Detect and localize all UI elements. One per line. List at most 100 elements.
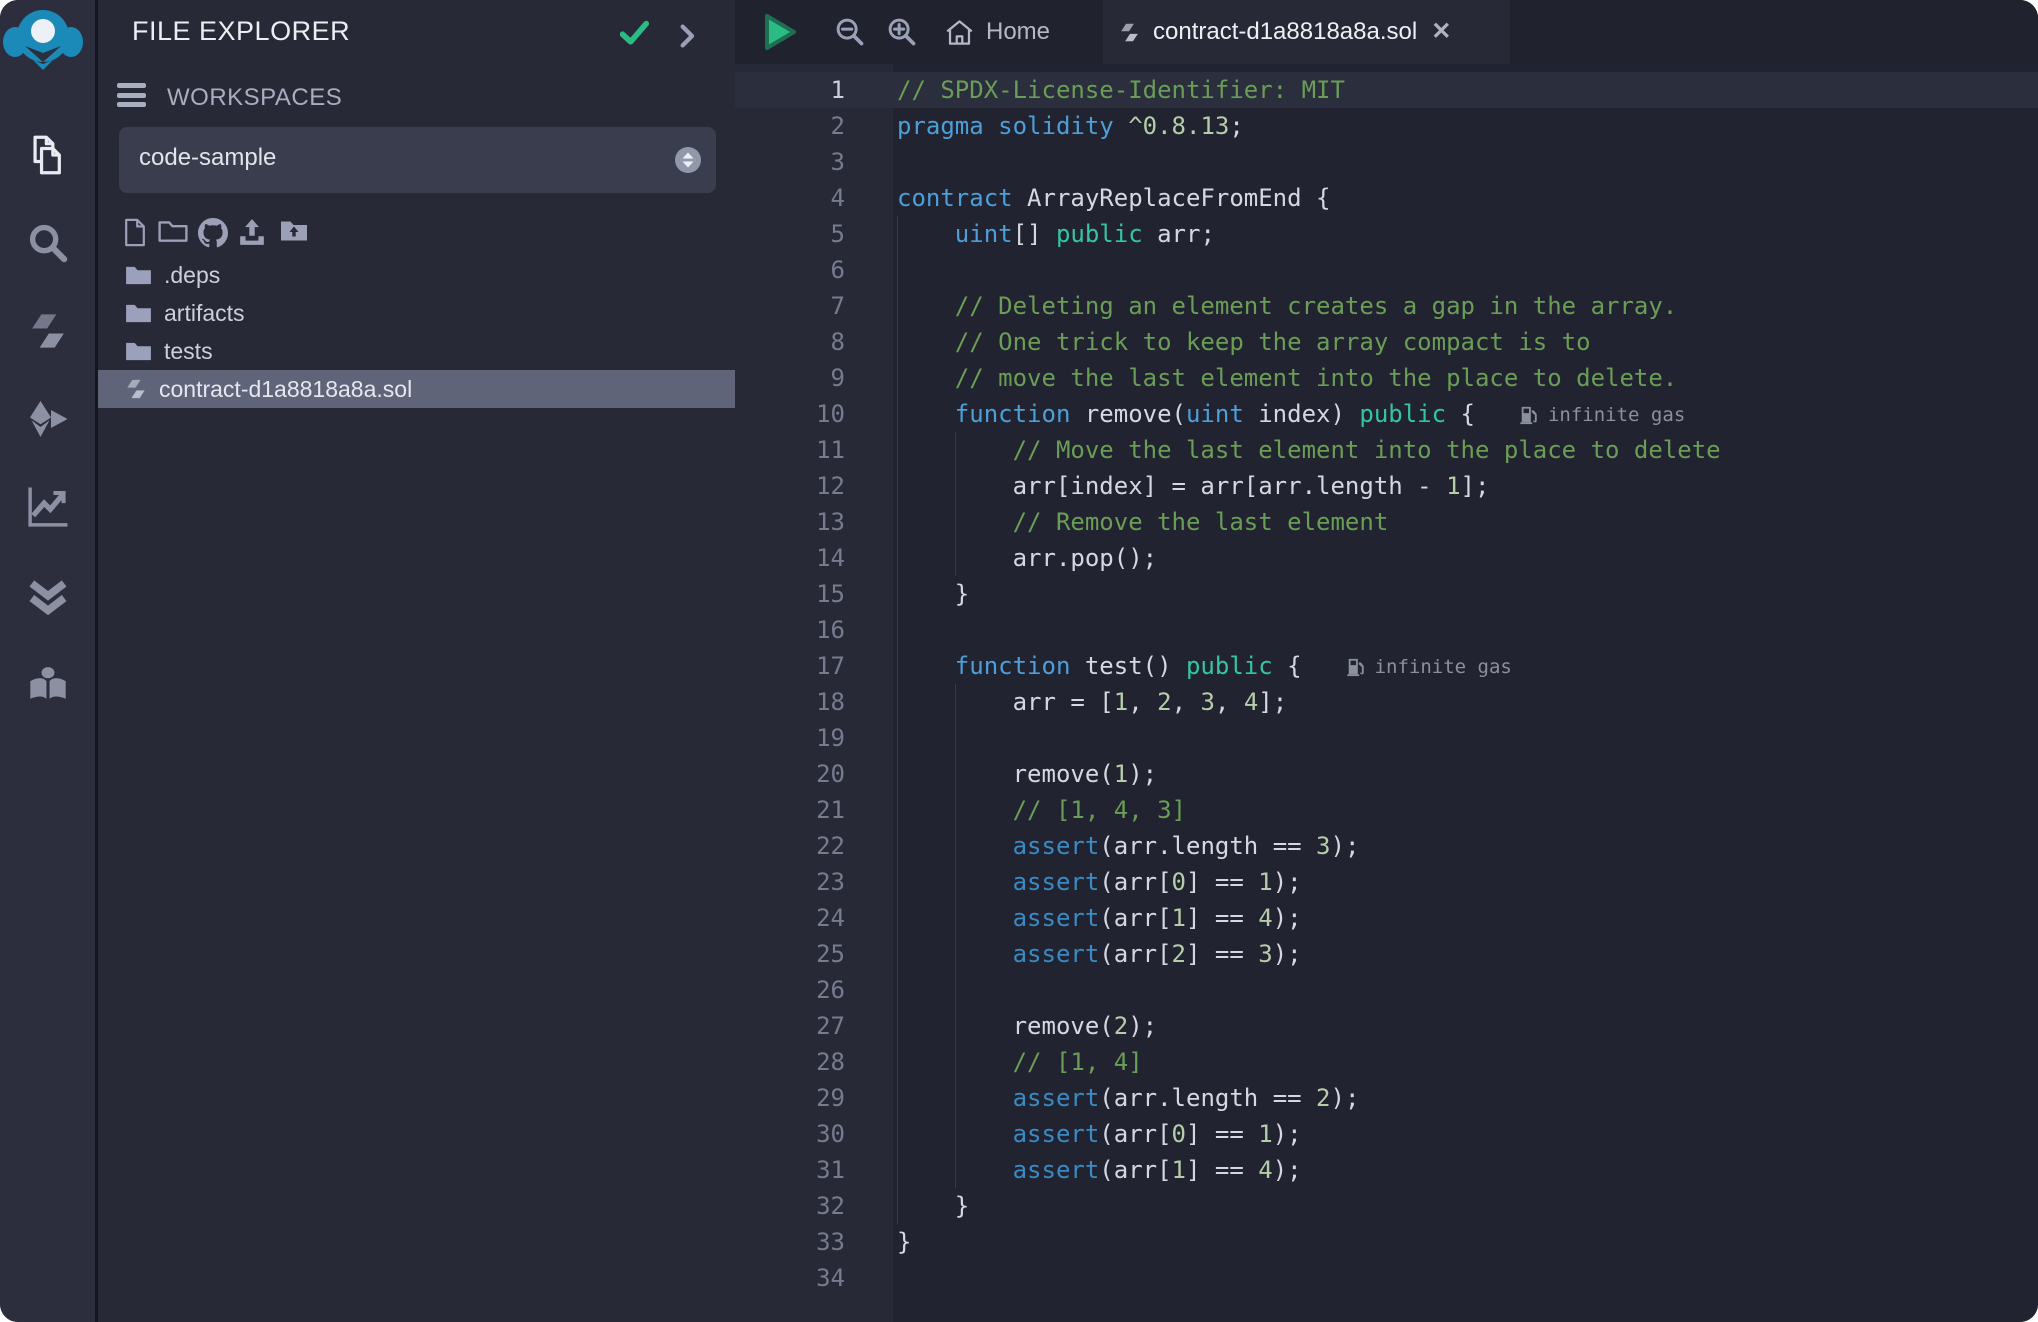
accept-check-icon[interactable] bbox=[620, 20, 650, 51]
static-analysis-icon[interactable] bbox=[0, 481, 95, 533]
solidity-file-icon bbox=[1119, 22, 1140, 43]
line-number: 14 bbox=[735, 544, 845, 572]
workspaces-label: WORKSPACES bbox=[167, 84, 342, 112]
upload-folder-icon[interactable] bbox=[280, 218, 308, 247]
code-line-3: 3 bbox=[735, 144, 2038, 180]
line-number: 7 bbox=[735, 292, 845, 320]
code-line-20: 20 remove(1); bbox=[735, 756, 2038, 792]
create-folder-icon[interactable] bbox=[158, 218, 188, 248]
workspaces-menu-icon[interactable] bbox=[117, 83, 146, 112]
workspace-selected-value: code-sample bbox=[139, 144, 276, 172]
line-number: 17 bbox=[735, 652, 845, 680]
clone-github-icon[interactable] bbox=[198, 218, 228, 253]
line-number: 18 bbox=[735, 688, 845, 716]
tree-folder-deps[interactable]: .deps bbox=[98, 256, 735, 294]
learneth-icon[interactable] bbox=[0, 659, 95, 711]
code-line-1: 1// SPDX-License-Identifier: MIT bbox=[735, 72, 2038, 108]
gas-estimate-badge: infinite gas bbox=[1519, 397, 1685, 433]
code-line-6: 6 bbox=[735, 252, 2038, 288]
line-number: 34 bbox=[735, 1264, 845, 1292]
gas-estimate-badge: infinite gas bbox=[1346, 649, 1512, 685]
line-number: 21 bbox=[735, 796, 845, 824]
solidity-compiler-icon[interactable] bbox=[0, 305, 95, 357]
code-line-26: 26 bbox=[735, 972, 2038, 1008]
code-line-5: 5 uint[] public arr; bbox=[735, 216, 2038, 252]
code-line-18: 18 arr = [1, 2, 3, 4]; bbox=[735, 684, 2038, 720]
code-line-24: 24 assert(arr[1] == 4); bbox=[735, 900, 2038, 936]
code-line-17: 17 function test() public {infinite gas bbox=[735, 648, 2038, 684]
code-editor[interactable]: Home contract-d1a8818a8a.sol ✕ 1// SPDX-… bbox=[735, 0, 2038, 1322]
code-line-8: 8 // One trick to keep the array compact… bbox=[735, 324, 2038, 360]
line-number: 20 bbox=[735, 760, 845, 788]
line-number: 3 bbox=[735, 148, 845, 176]
chevron-right-icon[interactable] bbox=[680, 24, 696, 53]
code-line-19: 19 bbox=[735, 720, 2038, 756]
folder-icon bbox=[125, 341, 152, 362]
code-line-30: 30 assert(arr[0] == 1); bbox=[735, 1116, 2038, 1152]
zoom-in-icon[interactable] bbox=[887, 0, 917, 64]
line-number: 33 bbox=[735, 1228, 845, 1256]
line-number: 16 bbox=[735, 616, 845, 644]
line-number: 22 bbox=[735, 832, 845, 860]
line-number: 31 bbox=[735, 1156, 845, 1184]
tab-home[interactable]: Home bbox=[945, 0, 1050, 64]
code-line-34: 34 bbox=[735, 1260, 2038, 1296]
tab-contract-file[interactable]: contract-d1a8818a8a.sol ✕ bbox=[1103, 0, 1510, 64]
line-number: 6 bbox=[735, 256, 845, 284]
home-icon bbox=[945, 19, 974, 46]
search-icon[interactable] bbox=[0, 217, 95, 269]
line-number: 13 bbox=[735, 508, 845, 536]
folder-icon bbox=[125, 265, 152, 286]
line-number: 26 bbox=[735, 976, 845, 1004]
line-number: 28 bbox=[735, 1048, 845, 1076]
editor-tabbar: Home contract-d1a8818a8a.sol ✕ bbox=[735, 0, 2038, 64]
line-number: 4 bbox=[735, 184, 845, 212]
remix-ide-window: FILE EXPLORER WORKSPACES code-sample bbox=[0, 0, 2038, 1322]
code-line-13: 13 // Remove the last element bbox=[735, 504, 2038, 540]
upload-file-icon[interactable] bbox=[238, 218, 266, 251]
run-script-button[interactable] bbox=[763, 0, 797, 64]
code-line-12: 12 arr[index] = arr[arr.length - 1]; bbox=[735, 468, 2038, 504]
code-lines: 1// SPDX-License-Identifier: MIT2pragma … bbox=[735, 64, 2038, 1296]
code-line-16: 16 bbox=[735, 612, 2038, 648]
tree-file-contract[interactable]: contract-d1a8818a8a.sol bbox=[98, 370, 735, 408]
code-line-27: 27 remove(2); bbox=[735, 1008, 2038, 1044]
code-line-10: 10 function remove(uint index) public {i… bbox=[735, 396, 2038, 432]
code-line-9: 9 // move the last element into the plac… bbox=[735, 360, 2038, 396]
zoom-out-icon[interactable] bbox=[835, 0, 865, 64]
code-line-21: 21 // [1, 4, 3] bbox=[735, 792, 2038, 828]
code-line-33: 33} bbox=[735, 1224, 2038, 1260]
line-number: 23 bbox=[735, 868, 845, 896]
line-number: 30 bbox=[735, 1120, 845, 1148]
tree-folder-tests[interactable]: tests bbox=[98, 332, 735, 370]
solidity-file-icon bbox=[125, 378, 147, 400]
workspace-select[interactable]: code-sample bbox=[119, 127, 716, 193]
line-number: 1 bbox=[735, 76, 845, 104]
deploy-and-run-icon[interactable] bbox=[0, 393, 95, 445]
code-line-22: 22 assert(arr.length == 3); bbox=[735, 828, 2038, 864]
line-number: 25 bbox=[735, 940, 845, 968]
close-tab-icon[interactable]: ✕ bbox=[1431, 20, 1451, 44]
line-number: 27 bbox=[735, 1012, 845, 1040]
line-number: 19 bbox=[735, 724, 845, 752]
line-number: 5 bbox=[735, 220, 845, 248]
create-file-icon[interactable] bbox=[124, 218, 146, 252]
remix-logo-icon bbox=[3, 4, 83, 70]
unit-testing-icon[interactable] bbox=[0, 569, 95, 621]
tree-folder-artifacts[interactable]: artifacts bbox=[98, 294, 735, 332]
workspace-stepper-icon[interactable] bbox=[674, 146, 702, 179]
code-line-23: 23 assert(arr[0] == 1); bbox=[735, 864, 2038, 900]
line-number: 32 bbox=[735, 1192, 845, 1220]
code-line-25: 25 assert(arr[2] == 3); bbox=[735, 936, 2038, 972]
panel-title: FILE EXPLORER bbox=[132, 16, 350, 47]
line-number: 29 bbox=[735, 1084, 845, 1112]
code-line-15: 15 } bbox=[735, 576, 2038, 612]
line-number: 10 bbox=[735, 400, 845, 428]
file-explorer-icon[interactable] bbox=[0, 129, 95, 181]
line-number: 24 bbox=[735, 904, 845, 932]
line-number: 8 bbox=[735, 328, 845, 356]
code-line-4: 4contract ArrayReplaceFromEnd { bbox=[735, 180, 2038, 216]
line-number: 9 bbox=[735, 364, 845, 392]
code-line-7: 7 // Deleting an element creates a gap i… bbox=[735, 288, 2038, 324]
file-tree: .deps artifacts tests c bbox=[98, 256, 735, 408]
